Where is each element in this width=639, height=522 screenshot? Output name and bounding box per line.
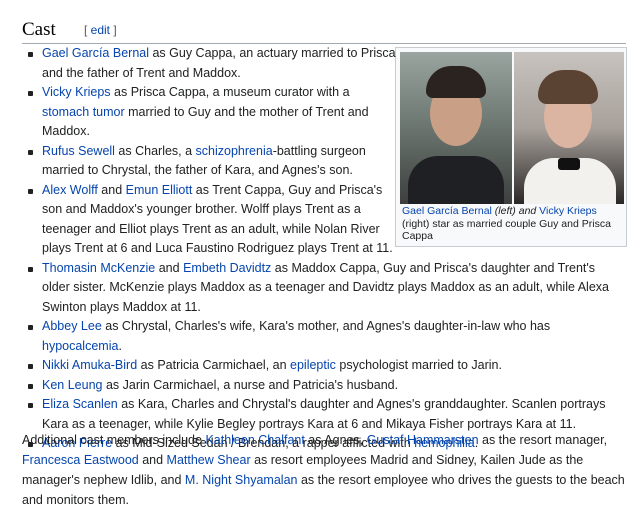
item-text: as Jarin Carmichael, a nurse and Patrici… [102,377,399,392]
actor-link[interactable]: Embeth Davidtz [183,261,271,275]
actor-link[interactable]: Francesca Eastwood [22,453,139,467]
edit-link[interactable]: edit [91,23,110,37]
para-text: as the resort manager, [478,433,608,447]
cast-list: Gael García Bernal as Guy Cappa, an actu… [22,44,626,454]
list-item: Thomasin McKenzie and Embeth Davidtz as … [22,259,626,318]
term-link[interactable]: epileptic [290,358,336,372]
list-item: Gael García Bernal as Guy Cappa, an actu… [22,44,397,83]
edit-section: [ edit ] [84,23,117,37]
section-heading: Cast [ edit ] [22,13,626,44]
actor-link[interactable]: Thomasin McKenzie [42,261,155,275]
list-item: Eliza Scanlen as Kara, Charles and Chrys… [22,395,626,434]
item-text: and [155,260,184,275]
para-text: and [138,453,167,467]
list-item: Nikki Amuka-Bird as Patricia Carmichael,… [22,356,626,376]
item-text: as Chrystal, Charles's wife, Kara's moth… [101,319,551,333]
actor-link[interactable]: Matthew Shear [167,453,251,467]
list-item: Alex Wolff and Emun Elliott as Trent Cap… [22,181,397,259]
actor-link[interactable]: Kathleen Chalfant [205,433,304,447]
list-item: Ken Leung as Jarin Carmichael, a nurse a… [22,376,626,396]
section-title: Cast [22,19,56,40]
item-text: psychologist married to Jarin. [335,358,502,372]
term-link[interactable]: stomach tumor [42,105,125,119]
actor-link[interactable]: Nikki Amuka-Bird [42,358,137,372]
actor-link[interactable]: Alex Wolff [42,183,98,197]
actor-link[interactable]: Emun Elliott [126,183,193,197]
actor-link[interactable]: M. Night Shyamalan [185,473,298,487]
item-text: as Prisca Cappa, a museum curator with a [110,85,350,99]
actor-link[interactable]: Eliza Scanlen [42,397,118,411]
additional-cast-paragraph: Additional cast members include Kathleen… [22,430,626,510]
item-text: and [97,182,126,197]
list-item: Rufus Sewell as Charles, a schizophrenia… [22,142,397,181]
term-link[interactable]: hypocalcemia [42,339,118,353]
edit-bracket-close: ] [110,23,117,37]
term-link[interactable]: schizophrenia [196,144,273,158]
item-text: as Kara, Charles and Chrystal's daughter… [42,397,606,431]
para-text: Additional cast members include [22,433,206,447]
item-text: as Patricia Carmichael, an [137,358,291,372]
actor-link[interactable]: Rufus Sewell [42,144,115,158]
item-text: as Charles, a [114,143,196,158]
edit-bracket-open: [ [84,23,91,37]
list-item: Abbey Lee as Chrystal, Charles's wife, K… [22,317,626,356]
para-text: as Agnes, [304,433,367,447]
actor-link[interactable]: Abbey Lee [42,319,102,333]
item-text: . [118,338,122,353]
actor-link[interactable]: Gustaf Hammarsten [367,433,479,447]
actor-link[interactable]: Vicky Krieps [42,85,111,99]
list-item: Vicky Krieps as Prisca Cappa, a museum c… [22,83,397,142]
actor-link[interactable]: Ken Leung [42,378,102,392]
actor-link[interactable]: Gael García Bernal [42,46,149,60]
